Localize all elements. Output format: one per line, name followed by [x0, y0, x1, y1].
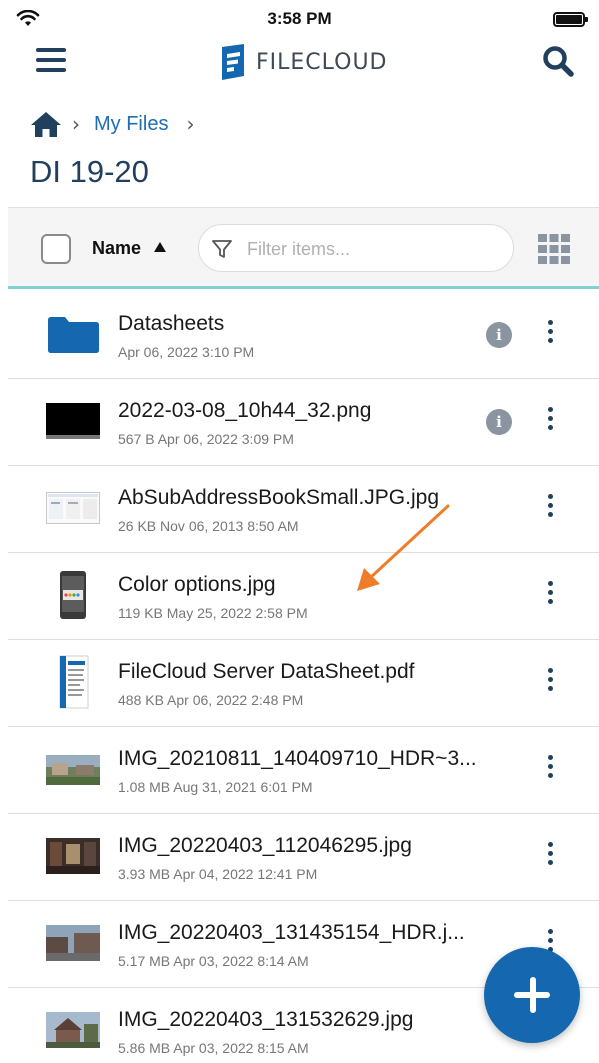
file-meta: 3.93 MB Apr 04, 2022 12:41 PM — [118, 866, 318, 882]
filecloud-logo: FILECLOUD — [218, 42, 388, 82]
file-meta: Apr 06, 2022 3:10 PM — [118, 344, 255, 360]
file-meta: 5.86 MB Apr 03, 2022 8:15 AM — [118, 1040, 309, 1056]
more-options-icon[interactable] — [540, 494, 560, 526]
page-title: DI 19-20 — [30, 154, 149, 189]
battery-icon — [553, 12, 588, 27]
filecloud-logo-icon — [222, 44, 244, 80]
status-bar: 3:58 PM — [0, 0, 599, 40]
file-name: IMG_20220403_112046295.jpg — [118, 834, 412, 857]
sort-by-name-button[interactable]: Name — [92, 238, 141, 259]
more-options-icon[interactable] — [540, 581, 560, 613]
chevron-right-icon: › — [186, 112, 195, 136]
grid-view-icon[interactable] — [538, 234, 570, 264]
search-icon — [543, 46, 574, 77]
menu-button[interactable] — [36, 48, 66, 76]
pdf-thumbnail — [59, 655, 89, 709]
folder-icon — [48, 317, 99, 353]
select-all-checkbox[interactable] — [41, 234, 71, 264]
file-name: IMG_20210811_140409710_HDR~3... — [118, 747, 477, 770]
file-meta: 567 B Apr 06, 2022 3:09 PM — [118, 431, 294, 447]
more-options-icon[interactable] — [540, 842, 560, 874]
more-options-icon[interactable] — [540, 668, 560, 700]
photo-thumbnail — [46, 925, 100, 961]
search-button[interactable] — [541, 44, 577, 80]
add-button[interactable] — [484, 947, 580, 1043]
filter-icon — [212, 240, 232, 258]
sort-ascending-icon — [154, 242, 166, 252]
menu-icon — [36, 48, 66, 52]
file-name: IMG_20220403_131435154_HDR.j... — [118, 921, 465, 944]
app-header: FILECLOUD — [0, 40, 599, 84]
photo-thumbnail — [46, 838, 100, 874]
photo-thumbnail — [46, 755, 100, 785]
more-options-icon[interactable] — [540, 755, 560, 787]
file-name: IMG_20220403_131532629.jpg — [118, 1008, 414, 1031]
file-meta: 26 KB Nov 06, 2013 8:50 AM — [118, 518, 299, 534]
image-thumbnail — [46, 403, 100, 439]
filter-field[interactable] — [198, 224, 514, 272]
info-icon[interactable]: i — [486, 409, 512, 435]
file-name: AbSubAddressBookSmall.JPG.jpg — [118, 486, 439, 509]
logo-text: FILECLOUD — [256, 49, 388, 75]
file-meta: 488 KB Apr 06, 2022 2:48 PM — [118, 692, 304, 708]
chevron-right-icon: › — [72, 112, 80, 136]
filter-input[interactable] — [247, 235, 497, 263]
list-item[interactable]: IMG_20210811_140409710_HDR~3... 1.08 MB … — [8, 727, 599, 814]
more-options-icon[interactable] — [540, 320, 560, 352]
file-name: FileCloud Server DataSheet.pdf — [118, 660, 415, 683]
status-time: 3:58 PM — [267, 9, 332, 28]
more-options-icon[interactable] — [540, 407, 560, 439]
photo-thumbnail — [46, 1012, 100, 1048]
list-item[interactable]: Color options.jpg 119 KB May 25, 2022 2:… — [8, 553, 599, 640]
file-name: Datasheets — [118, 312, 225, 335]
list-item[interactable]: Datasheets Apr 06, 2022 3:10 PM i — [8, 292, 599, 379]
file-meta: 5.17 MB Apr 03, 2022 8:14 AM — [118, 953, 309, 969]
list-item[interactable]: FileCloud Server DataSheet.pdf 488 KB Ap… — [8, 640, 599, 727]
breadcrumb-my-files[interactable]: My Files — [94, 113, 168, 136]
breadcrumb: › My Files › — [30, 108, 194, 140]
home-icon[interactable] — [30, 110, 62, 138]
image-thumbnail — [60, 571, 86, 619]
image-thumbnail — [46, 492, 100, 524]
file-list: Datasheets Apr 06, 2022 3:10 PM i 2022-0… — [8, 292, 599, 1063]
list-toolbar: Name — [8, 207, 599, 289]
info-icon[interactable]: i — [486, 322, 512, 348]
file-meta: 119 KB May 25, 2022 2:58 PM — [118, 605, 308, 621]
file-name: Color options.jpg — [118, 573, 276, 596]
list-item[interactable]: AbSubAddressBookSmall.JPG.jpg 26 KB Nov … — [8, 466, 599, 553]
file-meta: 1.08 MB Aug 31, 2021 6:01 PM — [118, 779, 313, 795]
file-name: 2022-03-08_10h44_32.png — [118, 399, 372, 422]
list-item[interactable]: 2022-03-08_10h44_32.png 567 B Apr 06, 20… — [8, 379, 599, 466]
list-item[interactable]: IMG_20220403_112046295.jpg 3.93 MB Apr 0… — [8, 814, 599, 901]
